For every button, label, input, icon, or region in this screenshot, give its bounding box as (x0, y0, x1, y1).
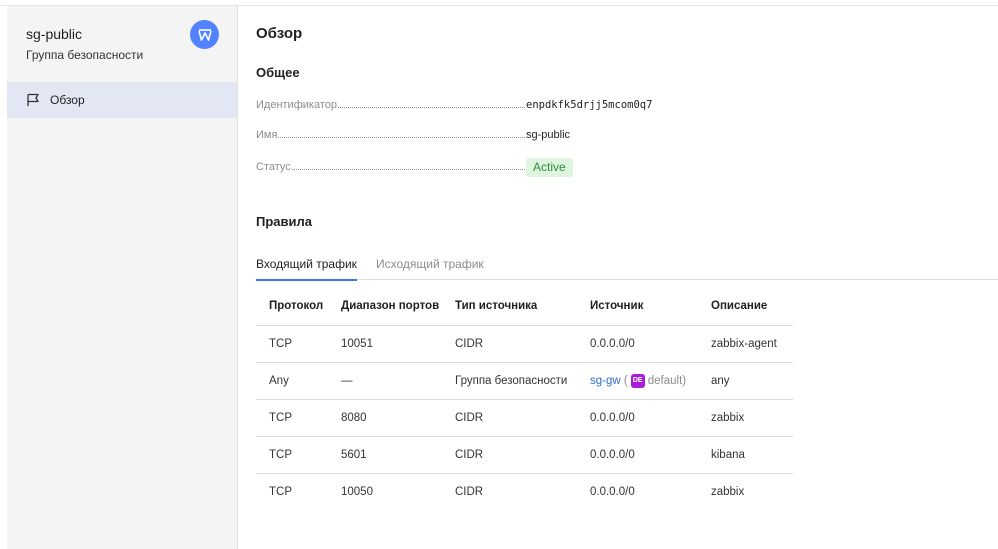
cell-protocol: TCP (256, 325, 328, 363)
cell-source: 0.0.0.0/0 (590, 485, 635, 498)
property-key: Идентификатор (256, 99, 337, 111)
cell-description: kibana (698, 436, 793, 474)
page-title: Обзор (256, 25, 303, 42)
cell-description: zabbix (711, 485, 745, 498)
property-row-name: Имя sg-public (256, 129, 736, 145)
folder-badge: DE (630, 373, 645, 388)
cell-protocol: TCP (269, 485, 292, 498)
sidebar-item-overview[interactable]: Обзор (7, 82, 237, 118)
resource-type: Группа безопасности (26, 48, 144, 62)
table-row: Any — Группа безопасности sg-gw (DE defau… (256, 362, 793, 400)
property-value-name: sg-public (526, 129, 571, 141)
cell-description: zabbix (698, 399, 793, 437)
column-header-source: Источник (577, 287, 698, 326)
cell-ports: 10050 (341, 485, 373, 498)
leader-dots (291, 169, 525, 170)
cell-source: 0.0.0.0/0 (577, 436, 698, 474)
property-value-id[interactable]: enpdkfk5drjj5mcom0q7 (526, 99, 652, 111)
table-row: TCP 10051 CIDR 0.0.0.0/0 zabbix-agent (256, 325, 793, 363)
cell-source: 0.0.0.0/0 (577, 325, 698, 363)
flag-icon (25, 92, 41, 108)
cell-ports: — (328, 362, 442, 400)
cell-protocol: TCP (256, 399, 328, 437)
tab-ingress[interactable]: Входящий трафик (256, 257, 357, 281)
status-badge: Active (526, 158, 573, 177)
table-row: TCP 8080 CIDR 0.0.0.0/0 zabbix (256, 399, 793, 437)
sidebar-header: sg-public Группа безопасности (7, 6, 238, 82)
cell-ports: 8080 (328, 399, 442, 437)
cell-source-type: CIDR (442, 325, 577, 363)
cell-ports: 5601 (328, 436, 442, 474)
cell-source-type: CIDR (442, 399, 577, 437)
cell-description: any (698, 362, 793, 400)
security-group-icon (190, 20, 219, 49)
paren-close: ) (682, 374, 687, 387)
property-key: Имя (256, 129, 278, 141)
cell-source-type: CIDR (442, 436, 577, 474)
sidebar-item-label: Обзор (50, 93, 85, 107)
table-header-row: Протокол Диапазон портов Тип источника И… (256, 287, 793, 326)
cell-protocol: Any (256, 362, 328, 400)
table-row: TCP 10050 CIDR 0.0.0.0/0 zabbix (256, 473, 793, 510)
rules-table: Протокол Диапазон портов Тип источника И… (256, 287, 793, 510)
traffic-tabs: Входящий трафик Исходящий трафик (256, 254, 998, 281)
resource-title: sg-public (26, 26, 83, 42)
property-key: Статус (256, 161, 291, 173)
main-content: Обзор Общее Идентификатор enpdkfk5drjj5m… (238, 6, 998, 549)
column-header-source-type: Тип источника (442, 287, 577, 326)
cell-source-type: CIDR (455, 485, 484, 498)
column-header-protocol: Протокол (256, 287, 328, 326)
source-security-group-link[interactable]: sg-gw (590, 375, 621, 387)
column-header-description: Описание (698, 287, 793, 326)
general-section-title: Общее (256, 65, 300, 80)
cell-source: sg-gw (DE default) (577, 362, 698, 400)
cell-source-type: Группа безопасности (442, 362, 577, 400)
cell-source: 0.0.0.0/0 (577, 399, 698, 437)
rules-section-title: Правила (256, 214, 312, 229)
leader-dots (337, 107, 525, 108)
paren-open: ( (623, 374, 628, 387)
table-row: TCP 5601 CIDR 0.0.0.0/0 kibana (256, 436, 793, 474)
property-row-id: Идентификатор enpdkfk5drjj5mcom0q7 (256, 99, 736, 115)
cell-protocol: TCP (256, 436, 328, 474)
property-row-status: Статус Active (256, 158, 736, 177)
column-header-ports: Диапазон портов (328, 287, 442, 326)
tab-egress[interactable]: Исходящий трафик (376, 257, 484, 271)
leader-dots (278, 137, 525, 138)
folder-name: default (647, 374, 683, 387)
cell-ports: 10051 (328, 325, 442, 363)
cell-description: zabbix-agent (698, 325, 793, 363)
sidebar: sg-public Группа безопасности Обзор (7, 6, 238, 549)
